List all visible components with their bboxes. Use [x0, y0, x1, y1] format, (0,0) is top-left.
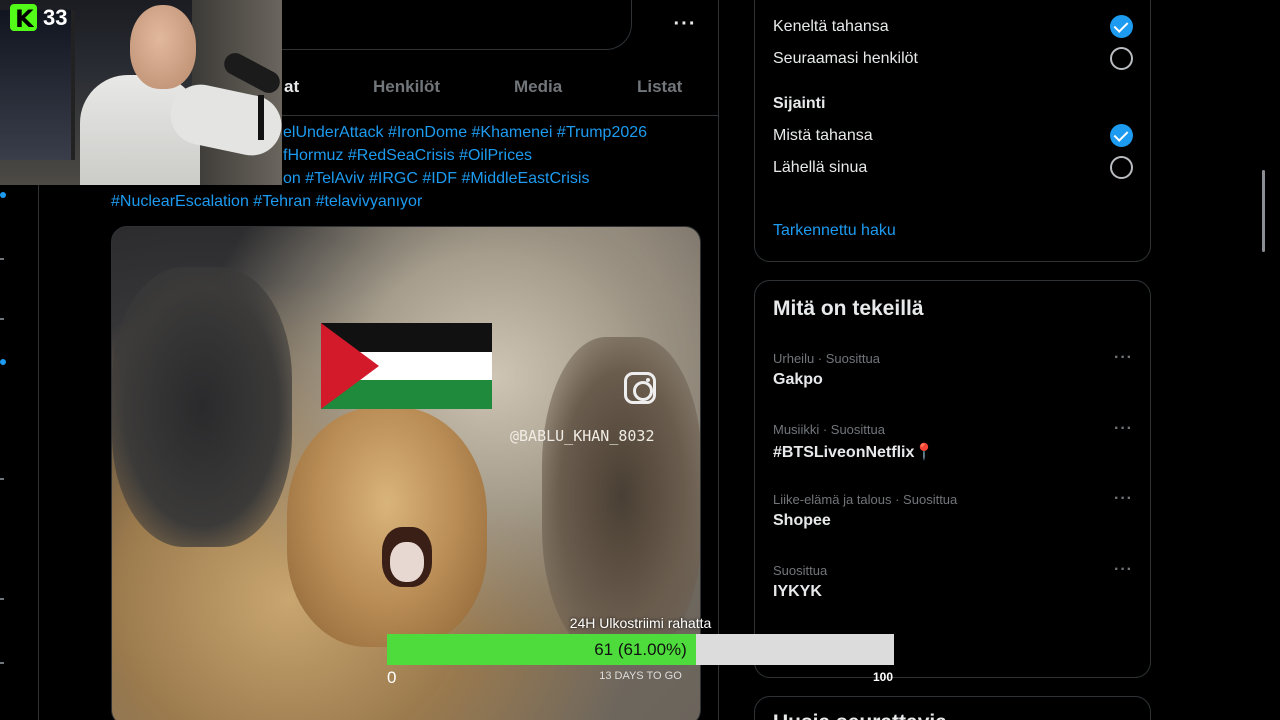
goal-days-left: 13 DAYS TO GO [599, 670, 682, 682]
filter-location-near[interactable]: Lähellä sinua [773, 159, 867, 177]
trend-item[interactable]: Musiikki · Suosittua #BTSLiveonNetflix📍 … [773, 420, 1133, 482]
streamer-webcam: 33 [0, 0, 282, 185]
goal-progress-bar: 61 (61.00%) [387, 634, 894, 665]
video-watermark: @BABLU_KHAN_8032 [510, 427, 655, 445]
filter-location-anywhere[interactable]: Mistä tahansa [773, 127, 873, 145]
lion-tongue [390, 542, 424, 582]
search-input[interactable] [282, 0, 632, 50]
nav-item-mark[interactable] [0, 662, 4, 664]
trend-item[interactable]: Urheilu · Suosittua Gakpo ··· [773, 349, 1133, 411]
tab-people[interactable]: Henkilöt [373, 77, 440, 97]
filter-people-following[interactable]: Seuraamasi henkilöt [773, 50, 918, 68]
nav-item-mark[interactable] [0, 258, 4, 260]
trends-heading: Mitä on tekeillä [773, 297, 924, 320]
nav-item-mark[interactable] [0, 318, 4, 320]
page-scrollbar[interactable] [1262, 170, 1265, 252]
advanced-search-link[interactable]: Tarkennettu haku [773, 222, 896, 240]
palestine-flag-icon [321, 323, 492, 409]
nav-notification-dot [0, 359, 6, 365]
trend-meta: Suosittua [773, 563, 828, 578]
trend-meta: Urheilu · Suosittua [773, 351, 880, 366]
trend-name: Shopee [773, 512, 831, 529]
who-to-follow-panel: Uusia seurattavia [754, 696, 1151, 720]
instagram-icon [624, 372, 656, 404]
trend-meta: Liike-elämä ja talous · Suosittua [773, 492, 958, 507]
check-icon[interactable] [1110, 124, 1133, 147]
tab-latest[interactable]: at [284, 77, 299, 97]
lion-cub [287, 407, 487, 647]
goal-max-label: 100 [873, 670, 894, 684]
viewer-count: 33 [43, 4, 68, 30]
kick-logo-icon [10, 4, 37, 33]
goal-progress-text: 61 (61.00%) [594, 640, 687, 659]
streamer-head [130, 5, 196, 89]
check-icon[interactable] [1110, 15, 1133, 38]
trend-name: #BTSLiveonNetflix📍 [773, 444, 935, 461]
location-heading: Sijainti [773, 95, 826, 112]
hyena-right [542, 337, 700, 657]
tab-media[interactable]: Media [514, 77, 562, 97]
more-icon[interactable]: ··· [1114, 420, 1133, 438]
nav-item-mark[interactable] [0, 478, 4, 480]
more-icon[interactable]: ··· [1114, 561, 1133, 579]
radio-icon[interactable] [1110, 156, 1133, 179]
filter-people-anyone[interactable]: Keneltä tahansa [773, 18, 889, 36]
nav-item-mark[interactable] [0, 598, 4, 600]
more-icon[interactable]: ··· [1114, 349, 1133, 367]
radio-icon[interactable] [1110, 47, 1133, 70]
goal-title: 24H Ulkostriimi rahatta [569, 615, 712, 631]
search-filters-panel: Keneltä tahansa Seuraamasi henkilöt Sija… [754, 0, 1151, 262]
donation-goal-overlay: 24H Ulkostriimi rahatta 61 (61.00%) 0 13… [387, 612, 894, 687]
trend-item[interactable]: Liike-elämä ja talous · Suosittua Shopee… [773, 490, 1133, 552]
tab-lists[interactable]: Listat [637, 77, 682, 97]
trend-name: Gakpo [773, 371, 823, 388]
kick-viewer-badge: 33 [10, 4, 68, 33]
trend-meta: Musiikki · Suosittua [773, 422, 885, 437]
more-icon[interactable]: ··· [1114, 490, 1133, 508]
who-to-follow-heading: Uusia seurattavia [773, 711, 947, 720]
more-icon[interactable]: ··· [670, 14, 700, 38]
hyena-left [112, 267, 292, 547]
trend-name: IYKYK [773, 583, 822, 600]
hashtag-line[interactable]: #NuclearEscalation #Tehran #telavivyanıy… [111, 190, 711, 213]
nav-notification-dot [0, 192, 6, 198]
